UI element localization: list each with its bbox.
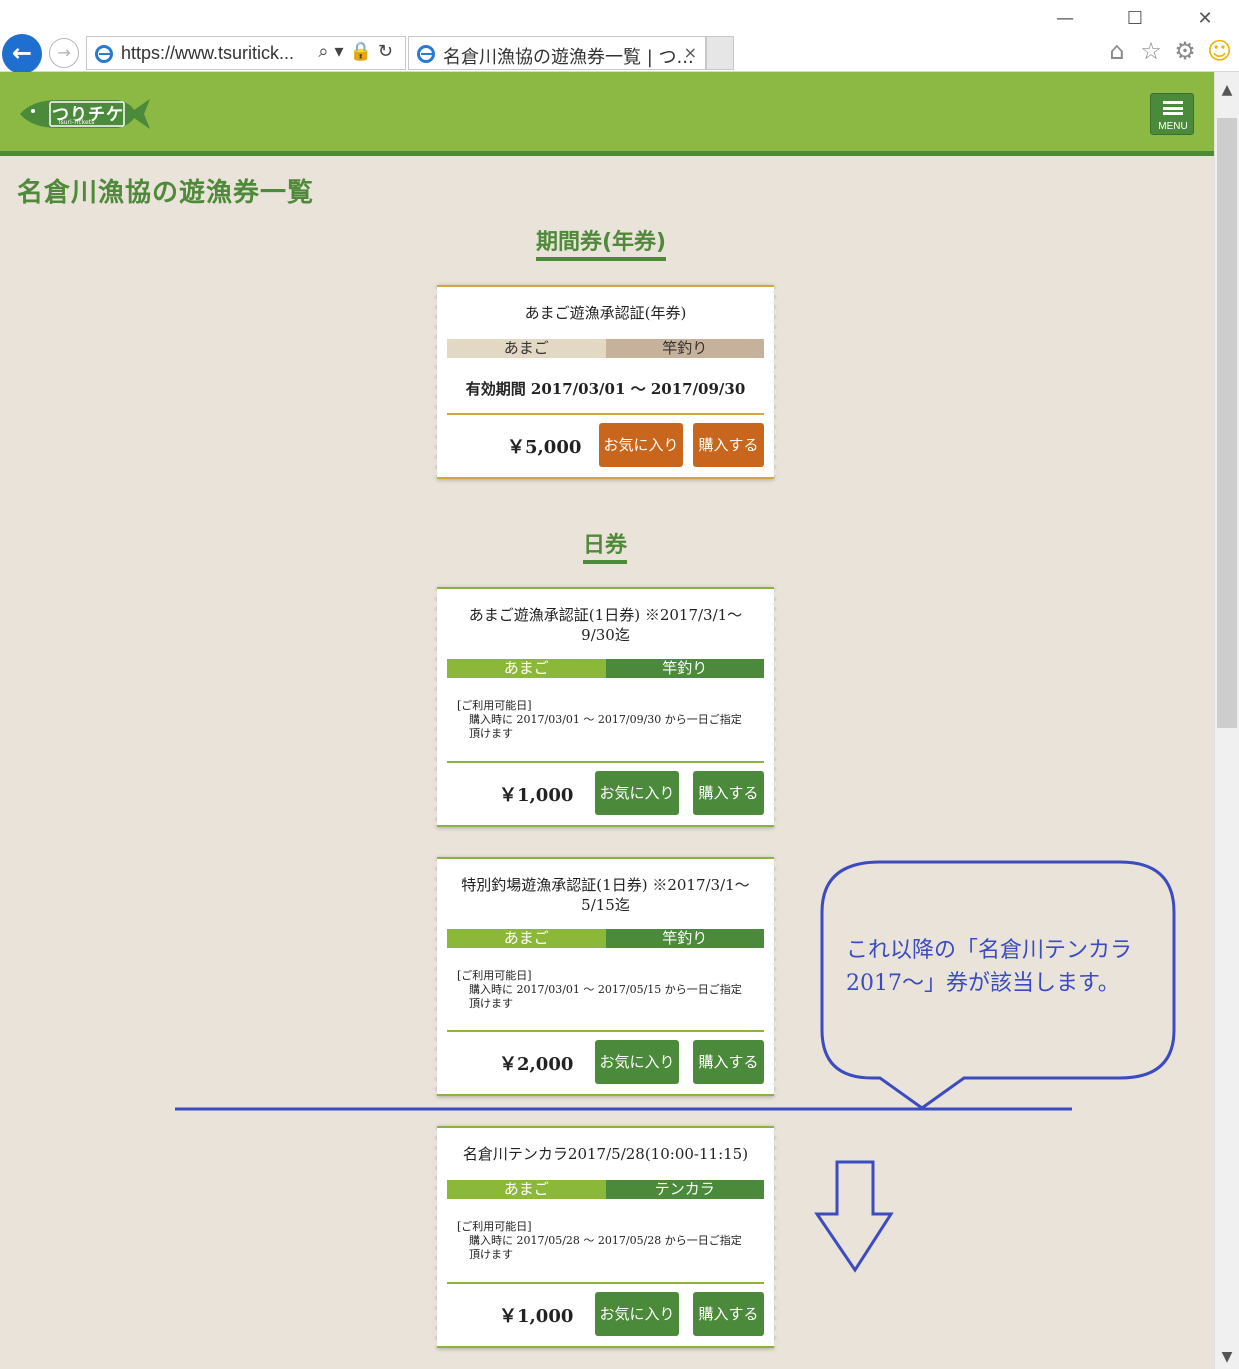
tag-method: 竿釣り — [605, 659, 764, 678]
tag-method: テンカラ — [605, 1180, 764, 1199]
back-button[interactable]: ← — [2, 34, 42, 74]
ticket-price: ￥5,000 — [507, 437, 582, 458]
ticket-name: 名倉川テンカラ2017/5/28(10:00-11:15) — [462, 1145, 749, 1163]
ticket-name: あまご遊漁承認証(1日券) ※2017/3/1～9/30迄 — [468, 606, 743, 644]
home-icon[interactable]: ⌂ — [1105, 38, 1129, 64]
annotation-line1: これ以降の「名倉川テンカラ — [846, 938, 1133, 963]
gear-icon[interactable]: ⚙ — [1173, 38, 1197, 64]
ticket-tags: あまご 竿釣り — [447, 929, 764, 948]
address-tools[interactable]: ⌕▾🔒↻ — [318, 41, 399, 62]
tag-method: 竿釣り — [605, 339, 764, 358]
available-dates: [ご利用可能日] 購入時に 2017/05/28 ～ 2017/05/28 から… — [457, 1220, 757, 1262]
card-divider — [447, 1282, 764, 1284]
url-text[interactable]: https://www.tsuritick... — [121, 43, 294, 64]
ticket-name: 特別釣場遊漁承認証(1日券) ※2017/3/1～5/15迄 — [461, 876, 750, 914]
tag-fish: あまご — [447, 659, 606, 678]
vertical-scrollbar[interactable]: ▲ ▼ — [1214, 72, 1239, 1369]
buy-button[interactable]: 購入する — [693, 1040, 764, 1084]
available-line2: 頂けます — [469, 1248, 513, 1261]
available-dates: [ご利用可能日] 購入時に 2017/03/01 ～ 2017/05/15 から… — [457, 969, 757, 1011]
page-viewport: つりチケ Tsuri-Tickets MENU 名倉川漁協の遊漁券一覧 期間券(… — [0, 72, 1214, 1369]
available-label: [ご利用可能日] — [457, 699, 532, 712]
address-bar[interactable]: https://www.tsuritick... ⌕▾🔒↻ — [86, 36, 406, 70]
ticket-price: ￥1,000 — [499, 785, 574, 806]
hamburger-icon — [1163, 101, 1183, 115]
menu-label: MENU — [1158, 121, 1188, 132]
card-divider — [447, 413, 764, 415]
ticket-name: あまご遊漁承認証(年券) — [524, 304, 687, 322]
available-line2: 頂けます — [469, 727, 513, 740]
section-title-daily: 日券 — [583, 527, 628, 564]
favorite-button[interactable]: お気に入り — [599, 423, 683, 467]
site-logo[interactable]: つりチケ Tsuri-Tickets — [18, 95, 154, 133]
tag-fish: あまご — [447, 339, 606, 358]
card-divider — [447, 761, 764, 763]
scroll-down-icon[interactable]: ▼ — [1219, 1349, 1235, 1365]
close-window-button[interactable]: ✕ — [1190, 6, 1220, 32]
available-label: [ご利用可能日] — [457, 1220, 532, 1233]
validity-period: 有効期間 2017/03/01 ～ 2017/09/30 — [465, 380, 746, 398]
available-line1: 購入時に 2017/03/01 ～ 2017/09/30 から一日ご指定 — [469, 713, 742, 726]
card-divider — [447, 1030, 764, 1032]
tab-title: 名倉川漁協の遊漁券一覧 | つ... — [443, 47, 694, 68]
available-dates: [ご利用可能日] 購入時に 2017/03/01 ～ 2017/09/30 から… — [457, 699, 757, 741]
favorite-button[interactable]: お気に入り — [595, 1292, 679, 1336]
star-icon[interactable]: ☆ — [1139, 38, 1163, 64]
annotation-line2: 2017～」券が該当します。 — [846, 971, 1120, 996]
annotation-text: これ以降の「名倉川テンカラ 2017～」券が該当します。 — [846, 934, 1132, 1000]
ticket-tags: あまご テンカラ — [447, 1180, 764, 1199]
buy-button[interactable]: 購入する — [693, 423, 764, 467]
ticket-price: ￥2,000 — [499, 1054, 574, 1075]
favorite-button[interactable]: お気に入り — [595, 1040, 679, 1084]
down-arrow-icon — [814, 1160, 894, 1273]
tab-current[interactable]: 名倉川漁協の遊漁券一覧 | つ... × — [408, 36, 706, 70]
maximize-button[interactable]: ☐ — [1120, 6, 1150, 32]
ticket-card-amago-day: あまご遊漁承認証(1日券) ※2017/3/1～9/30迄 あまご 竿釣り [ご… — [434, 587, 777, 827]
buy-button[interactable]: 購入する — [693, 1292, 764, 1336]
tag-fish: あまご — [447, 1180, 606, 1199]
ticket-card-special-day: 特別釣場遊漁承認証(1日券) ※2017/3/1～5/15迄 あまご 竿釣り [… — [434, 857, 777, 1096]
forward-button[interactable]: → — [49, 38, 79, 68]
tag-fish: あまご — [447, 929, 606, 948]
site-header: つりチケ Tsuri-Tickets MENU — [0, 72, 1214, 156]
available-line1: 購入時に 2017/05/28 ～ 2017/05/28 から一日ご指定 — [469, 1234, 742, 1247]
scroll-thumb[interactable] — [1217, 118, 1237, 728]
available-line1: 購入時に 2017/03/01 ～ 2017/05/15 から一日ご指定 — [469, 983, 742, 996]
available-line2: 頂けます — [469, 997, 513, 1010]
ticket-price: ￥1,000 — [499, 1306, 574, 1327]
browser-chrome: — ☐ ✕ ← → https://www.tsuritick... ⌕▾🔒↻ … — [0, 0, 1239, 74]
ticket-card-annual: あまご遊漁承認証(年券) あまご 竿釣り 有効期間 2017/03/01 ～ 2… — [434, 285, 777, 479]
browser-toolbar: ⌂ ☆ ⚙ ☺ — [1105, 38, 1232, 64]
ticket-card-tenkara: 名倉川テンカラ2017/5/28(10:00-11:15) あまご テンカラ [… — [434, 1126, 777, 1348]
scroll-up-icon[interactable]: ▲ — [1219, 82, 1235, 98]
ticket-tags: あまご 竿釣り — [447, 339, 764, 358]
tab-close-button[interactable]: × — [684, 43, 697, 62]
menu-button[interactable]: MENU — [1150, 93, 1194, 135]
smiley-icon[interactable]: ☺ — [1207, 38, 1232, 64]
favorite-button[interactable]: お気に入り — [595, 771, 679, 815]
logo-subtext: Tsuri-Tickets — [58, 119, 95, 126]
available-label: [ご利用可能日] — [457, 969, 532, 982]
page-title: 名倉川漁協の遊漁券一覧 — [17, 178, 315, 208]
section-title-annual: 期間券(年券) — [536, 224, 667, 261]
ie-icon — [95, 45, 113, 63]
new-tab-button[interactable] — [706, 36, 734, 70]
minimize-button[interactable]: — — [1050, 6, 1080, 32]
ticket-tags: あまご 竿釣り — [447, 659, 764, 678]
tag-method: 竿釣り — [605, 929, 764, 948]
tab-ie-icon — [417, 45, 435, 63]
buy-button[interactable]: 購入する — [693, 771, 764, 815]
